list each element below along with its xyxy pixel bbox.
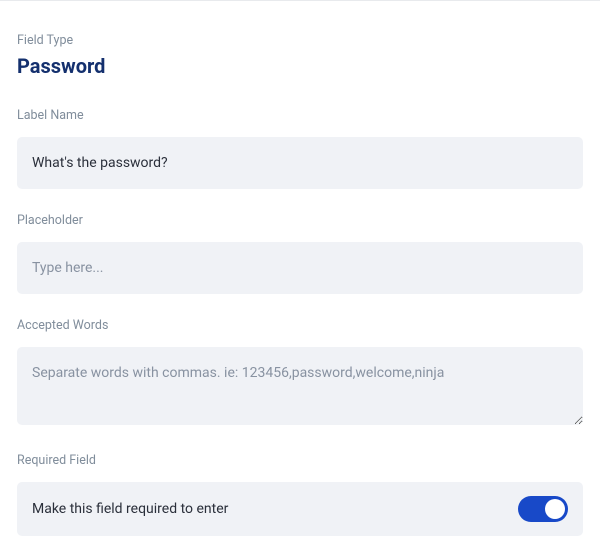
placeholder-input[interactable] (17, 242, 583, 294)
required-field-toggle[interactable] (518, 496, 568, 522)
placeholder-label: Placeholder (17, 213, 583, 228)
required-field-label: Required Field (17, 453, 583, 468)
accepted-words-textarea[interactable] (17, 347, 583, 425)
toggle-knob (545, 499, 565, 519)
accepted-words-label: Accepted Words (17, 318, 583, 333)
required-field-text: Make this field required to enter (32, 501, 228, 517)
field-type-label: Field Type (17, 33, 583, 48)
field-type-value: Password (17, 54, 583, 78)
label-name-input[interactable] (17, 137, 583, 189)
required-field-row: Make this field required to enter (17, 482, 583, 536)
label-name-label: Label Name (17, 108, 583, 123)
